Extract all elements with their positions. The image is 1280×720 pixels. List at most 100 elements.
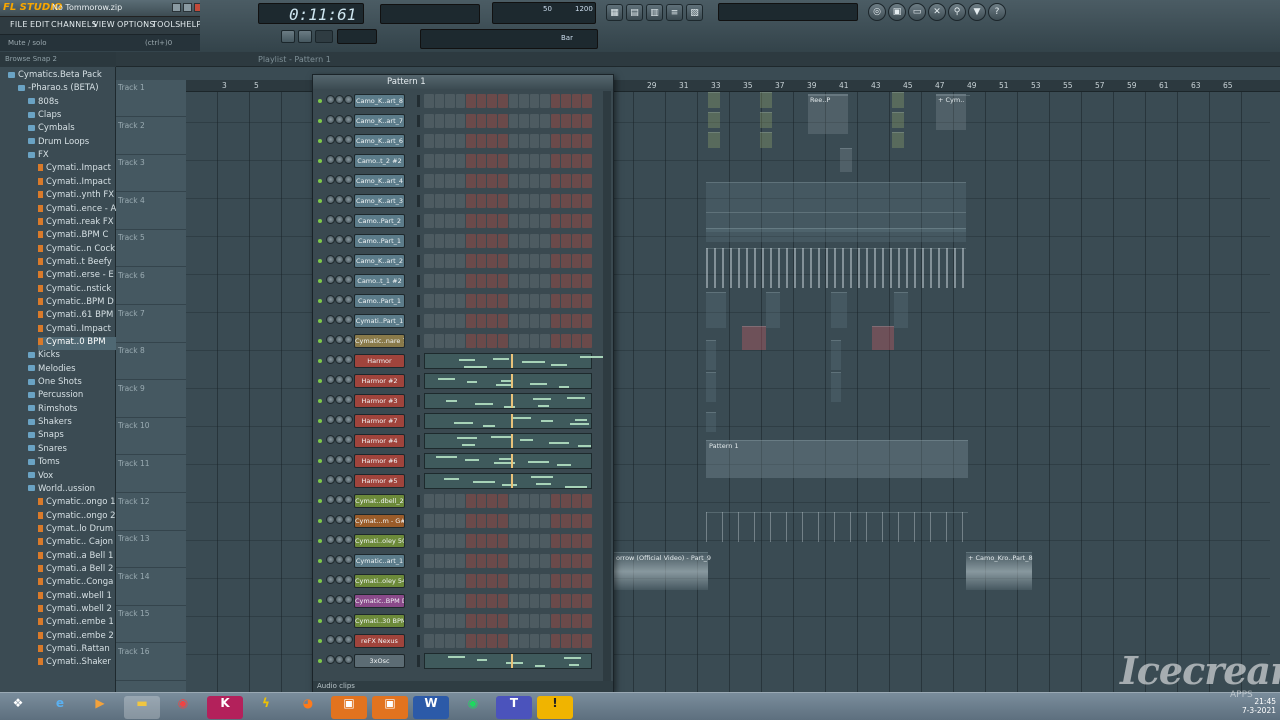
volume-knob[interactable] xyxy=(335,635,344,644)
channel-track-knob[interactable] xyxy=(344,155,353,164)
step-button[interactable] xyxy=(529,494,540,508)
step-button[interactable] xyxy=(476,274,487,288)
channel-track-knob[interactable] xyxy=(344,635,353,644)
step-button[interactable] xyxy=(571,294,582,308)
step-button[interactable] xyxy=(508,94,519,108)
step-button[interactable] xyxy=(455,94,466,108)
tools-icon[interactable]: ✕ xyxy=(928,3,946,21)
channel-track-knob[interactable] xyxy=(344,555,353,564)
step-button[interactable] xyxy=(519,634,529,648)
channel-mute-led[interactable] xyxy=(318,119,322,123)
step-button[interactable] xyxy=(529,234,540,248)
browser-file[interactable]: Cymati..wbell 1 xyxy=(38,591,116,604)
step-button[interactable] xyxy=(434,534,445,548)
step-button[interactable] xyxy=(487,254,497,268)
file-explorer-icon[interactable]: ▬ xyxy=(124,696,160,719)
step-button[interactable] xyxy=(582,94,592,108)
browser-file[interactable]: Cymati..61 BPM xyxy=(38,310,116,323)
step-button[interactable] xyxy=(434,314,445,328)
channel-name-button[interactable]: reFX Nexus xyxy=(354,634,405,648)
step-button[interactable] xyxy=(466,154,476,168)
channel-name-button[interactable]: Cymat...m - G# xyxy=(354,514,405,528)
step-button[interactable] xyxy=(540,634,550,648)
step-button[interactable] xyxy=(466,534,476,548)
step-button[interactable] xyxy=(550,594,561,608)
step-button[interactable] xyxy=(529,574,540,588)
browser-file[interactable]: Cymati..Impact xyxy=(38,163,116,176)
step-button[interactable] xyxy=(571,214,582,228)
volume-knob[interactable] xyxy=(335,535,344,544)
pan-knob[interactable] xyxy=(326,415,335,424)
channel-name-button[interactable]: Harmor #7 xyxy=(354,414,405,428)
menu-file[interactable]: FILE xyxy=(10,20,28,29)
step-button[interactable] xyxy=(445,534,455,548)
step-button[interactable] xyxy=(561,574,571,588)
step-button[interactable] xyxy=(455,254,466,268)
step-button[interactable] xyxy=(466,94,476,108)
step-button[interactable] xyxy=(497,634,508,648)
step-button[interactable] xyxy=(561,134,571,148)
pan-knob[interactable] xyxy=(326,195,335,204)
channel-select-box[interactable] xyxy=(417,615,420,627)
browser-window-icon[interactable]: ▧ xyxy=(686,4,703,21)
step-button[interactable] xyxy=(476,514,487,528)
step-button[interactable] xyxy=(508,594,519,608)
step-button[interactable] xyxy=(540,194,550,208)
step-button[interactable] xyxy=(550,574,561,588)
pattern-clip[interactable] xyxy=(706,512,968,542)
pan-knob[interactable] xyxy=(326,635,335,644)
pattern-clip[interactable] xyxy=(706,182,966,212)
step-button[interactable] xyxy=(487,134,497,148)
pan-knob[interactable] xyxy=(326,295,335,304)
step-button[interactable] xyxy=(519,594,529,608)
track-header[interactable]: Track 1 xyxy=(116,80,186,117)
step-button[interactable] xyxy=(497,214,508,228)
step-button[interactable] xyxy=(445,234,455,248)
step-button[interactable] xyxy=(561,174,571,188)
step-button[interactable] xyxy=(466,494,476,508)
step-button[interactable] xyxy=(455,514,466,528)
step-button[interactable] xyxy=(487,294,497,308)
step-button[interactable] xyxy=(476,194,487,208)
step-button[interactable] xyxy=(540,314,550,328)
step-button[interactable] xyxy=(424,334,434,348)
channel-select-box[interactable] xyxy=(417,95,420,107)
step-button[interactable] xyxy=(466,574,476,588)
step-button[interactable] xyxy=(540,614,550,628)
pan-knob[interactable] xyxy=(326,355,335,364)
channel-rack-header[interactable]: Pattern 1 xyxy=(313,75,613,89)
volume-knob[interactable] xyxy=(335,615,344,624)
channel-select-box[interactable] xyxy=(417,295,420,307)
audio-clip[interactable] xyxy=(892,132,904,148)
step-button[interactable] xyxy=(519,134,529,148)
menu-channels[interactable]: CHANNELS xyxy=(51,20,97,29)
volume-knob[interactable] xyxy=(335,315,344,324)
channel-name-button[interactable]: Cymati..30 BPM xyxy=(354,614,405,628)
track-header[interactable]: Track 10 xyxy=(116,418,186,456)
step-button[interactable] xyxy=(487,594,497,608)
step-button[interactable] xyxy=(424,194,434,208)
step-button[interactable] xyxy=(476,594,487,608)
step-button[interactable] xyxy=(455,154,466,168)
step-button[interactable] xyxy=(476,254,487,268)
step-button[interactable] xyxy=(434,554,445,568)
step-button[interactable] xyxy=(497,194,508,208)
step-button[interactable] xyxy=(497,614,508,628)
step-button[interactable] xyxy=(540,294,550,308)
step-button[interactable] xyxy=(455,314,466,328)
channel-track-knob[interactable] xyxy=(344,255,353,264)
step-button[interactable] xyxy=(529,334,540,348)
step-button[interactable] xyxy=(508,214,519,228)
step-button[interactable] xyxy=(487,114,497,128)
minimize-icon[interactable] xyxy=(172,3,181,12)
step-button[interactable] xyxy=(508,174,519,188)
search-icon[interactable]: ⚲ xyxy=(948,3,966,21)
step-button[interactable] xyxy=(571,134,582,148)
channel-mute-led[interactable] xyxy=(318,559,322,563)
step-button[interactable] xyxy=(561,634,571,648)
step-button[interactable] xyxy=(487,194,497,208)
pan-knob[interactable] xyxy=(326,135,335,144)
playlist-window-icon[interactable]: ▦ xyxy=(606,4,623,21)
browser-file[interactable]: Cymatic..BPM D xyxy=(38,297,116,310)
browser-folder[interactable]: Rimshots xyxy=(28,404,116,417)
